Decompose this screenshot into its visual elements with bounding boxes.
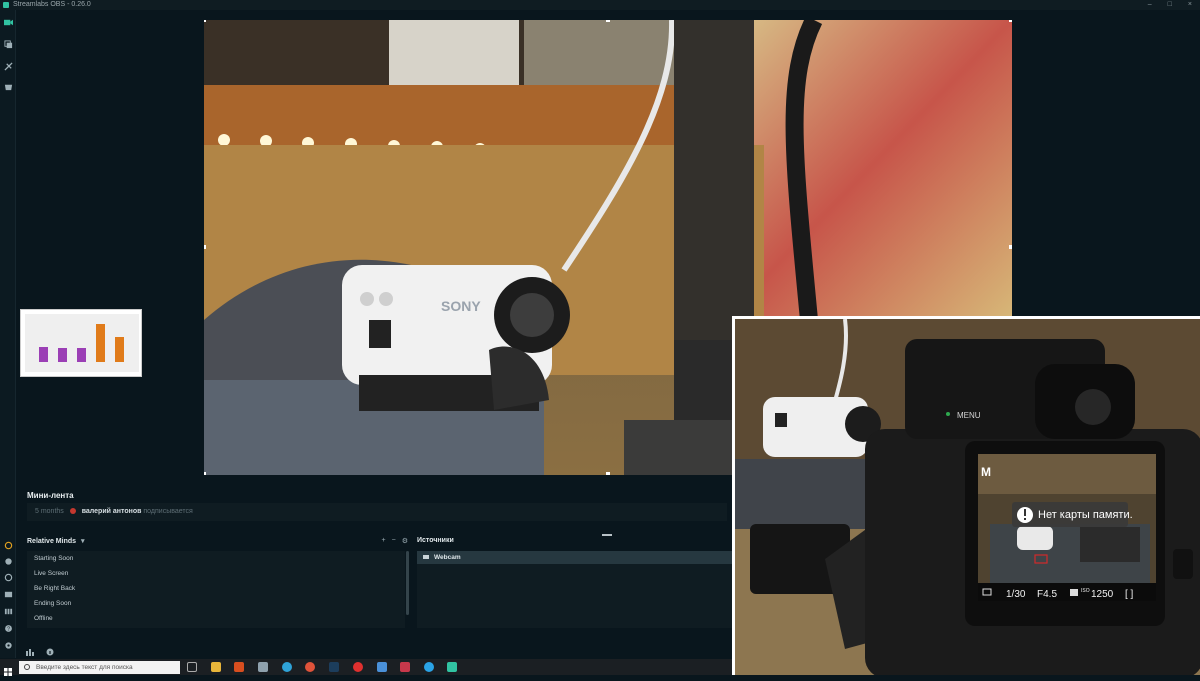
app-icon[interactable] — [400, 662, 410, 672]
title-bar: Streamlabs OBS - 0.26.0 – □ × — [0, 0, 1200, 10]
resize-handle[interactable] — [204, 472, 206, 475]
action-camera — [342, 265, 570, 411]
scenes-header: Relative Minds ▾ + − ⚙ — [27, 537, 410, 549]
webcam-icon — [423, 555, 429, 559]
studio-mode-icon[interactable] — [3, 17, 13, 27]
subscriber-icon — [69, 508, 76, 515]
sources-heading: Источники — [417, 537, 454, 544]
scene-item[interactable]: Starting Soon — [27, 551, 405, 566]
themes-icon[interactable] — [3, 61, 13, 71]
settings-icon[interactable] — [3, 556, 13, 566]
resize-handle[interactable] — [1009, 20, 1012, 22]
window-title: Streamlabs OBS - 0.26.0 — [13, 1, 91, 8]
resize-handle[interactable] — [606, 20, 610, 22]
minimize-button[interactable]: – — [1148, 0, 1152, 10]
mini-feed-heading: Мини-лента — [27, 491, 74, 500]
status-footer — [17, 638, 732, 658]
task-view-icon[interactable] — [187, 662, 197, 672]
telegram-icon[interactable] — [424, 662, 434, 672]
firefox-icon[interactable] — [305, 662, 315, 672]
add-scene-icon[interactable]: + — [382, 537, 386, 545]
camera-brand: SONY — [441, 298, 481, 314]
search-icon — [24, 664, 30, 670]
scene-settings-icon[interactable]: ⚙ — [402, 537, 408, 545]
chart-bar — [39, 347, 48, 362]
source-label: Webcam — [434, 554, 461, 561]
file-explorer-icon[interactable] — [211, 662, 221, 672]
scene-collection-icon[interactable] — [3, 39, 13, 49]
scene-item[interactable]: Offline — [27, 611, 405, 626]
scene-item[interactable]: Ending Soon — [27, 596, 405, 611]
menu-label: MENU — [957, 411, 981, 420]
gear-icon[interactable] — [3, 640, 13, 650]
photoshop-icon[interactable] — [329, 662, 339, 672]
feed-event-row[interactable]: 5 months валерий антонов подписывается — [27, 503, 727, 521]
streamlabs-logo-icon — [3, 2, 9, 8]
streamlabs-taskbar-icon[interactable] — [447, 662, 457, 672]
scenes-scrollbar[interactable] — [406, 551, 409, 615]
chart-overlay — [20, 309, 142, 377]
left-navigation: ? — [0, 10, 16, 658]
scene-item[interactable]: Live Screen — [27, 566, 405, 581]
stats-icon[interactable] — [3, 606, 13, 616]
chart-bar — [58, 348, 67, 362]
remove-scene-icon[interactable]: − — [392, 537, 396, 545]
layout-icon[interactable] — [3, 589, 13, 599]
scenes-list: Starting Soon Live Screen Be Right Back … — [27, 551, 405, 628]
opera-icon[interactable] — [353, 662, 363, 672]
windows-start-icon[interactable] — [4, 663, 12, 681]
live-icon[interactable] — [3, 540, 13, 550]
resize-handle[interactable] — [204, 20, 206, 22]
dslr-photo: MENU Нет карты памяти. M 1/30 F4.5 ISO 1… — [735, 319, 1200, 675]
aperture: F4.5 — [1037, 589, 1057, 600]
sources-list: Webcam — [417, 551, 732, 628]
chart-bar — [77, 348, 86, 362]
exposure-mode: M — [981, 465, 991, 479]
shutter-speed: 1/30 — [1006, 589, 1026, 600]
windows-taskbar: Введите здесь текст для поиска — [0, 659, 732, 676]
scenes-panel: Relative Minds ▾ + − ⚙ Starting Soon Liv… — [27, 535, 410, 630]
source-item[interactable]: Webcam — [417, 551, 732, 564]
taskbar-search-box[interactable]: Введите здесь текст для поиска — [19, 661, 180, 674]
feed-event-action: подписывается — [143, 508, 193, 515]
chat-icon[interactable] — [3, 572, 13, 582]
scene-item[interactable]: Be Right Back — [27, 581, 405, 596]
svg-text:?: ? — [7, 626, 10, 632]
resize-handle[interactable] — [1009, 245, 1012, 249]
search-placeholder: Введите здесь текст для поиска — [36, 664, 133, 671]
feed-event-time: 5 months — [35, 508, 64, 515]
illustrator-icon[interactable] — [234, 662, 244, 672]
window-controls: – □ × — [1148, 0, 1192, 10]
store-icon[interactable] — [3, 81, 13, 91]
no-memory-card-message: Нет карты памяти. — [1038, 509, 1133, 521]
chevron-down-icon[interactable]: ▾ — [81, 538, 85, 545]
chart-bar — [96, 324, 105, 362]
davinci-resolve-icon[interactable] — [377, 662, 387, 672]
dslr-photo-overlay: MENU Нет карты памяти. M 1/30 F4.5 ISO 1… — [732, 316, 1200, 675]
maximize-button[interactable]: □ — [1168, 0, 1172, 10]
chart-bar — [115, 337, 124, 362]
feed-event-user: валерий антонов — [81, 508, 142, 515]
help-icon[interactable]: ? — [3, 623, 13, 633]
mini-feed-panel: Мини-лента 5 months валерий антонов подп… — [17, 482, 732, 528]
resize-handle[interactable] — [204, 245, 206, 249]
edge-browser-icon[interactable] — [282, 662, 292, 672]
close-button[interactable]: × — [1188, 0, 1192, 10]
iso-label: ISO — [1081, 588, 1090, 594]
resize-handle[interactable] — [606, 472, 610, 475]
iso-value: 1250 — [1091, 589, 1114, 600]
remaining-shots-bracket: [ ] — [1125, 589, 1134, 600]
calculator-icon[interactable] — [258, 662, 268, 672]
sources-panel: Источники Webcam — [415, 535, 732, 630]
chart-plot-area — [25, 314, 139, 372]
scene-collection-name[interactable]: Relative Minds — [27, 538, 76, 545]
